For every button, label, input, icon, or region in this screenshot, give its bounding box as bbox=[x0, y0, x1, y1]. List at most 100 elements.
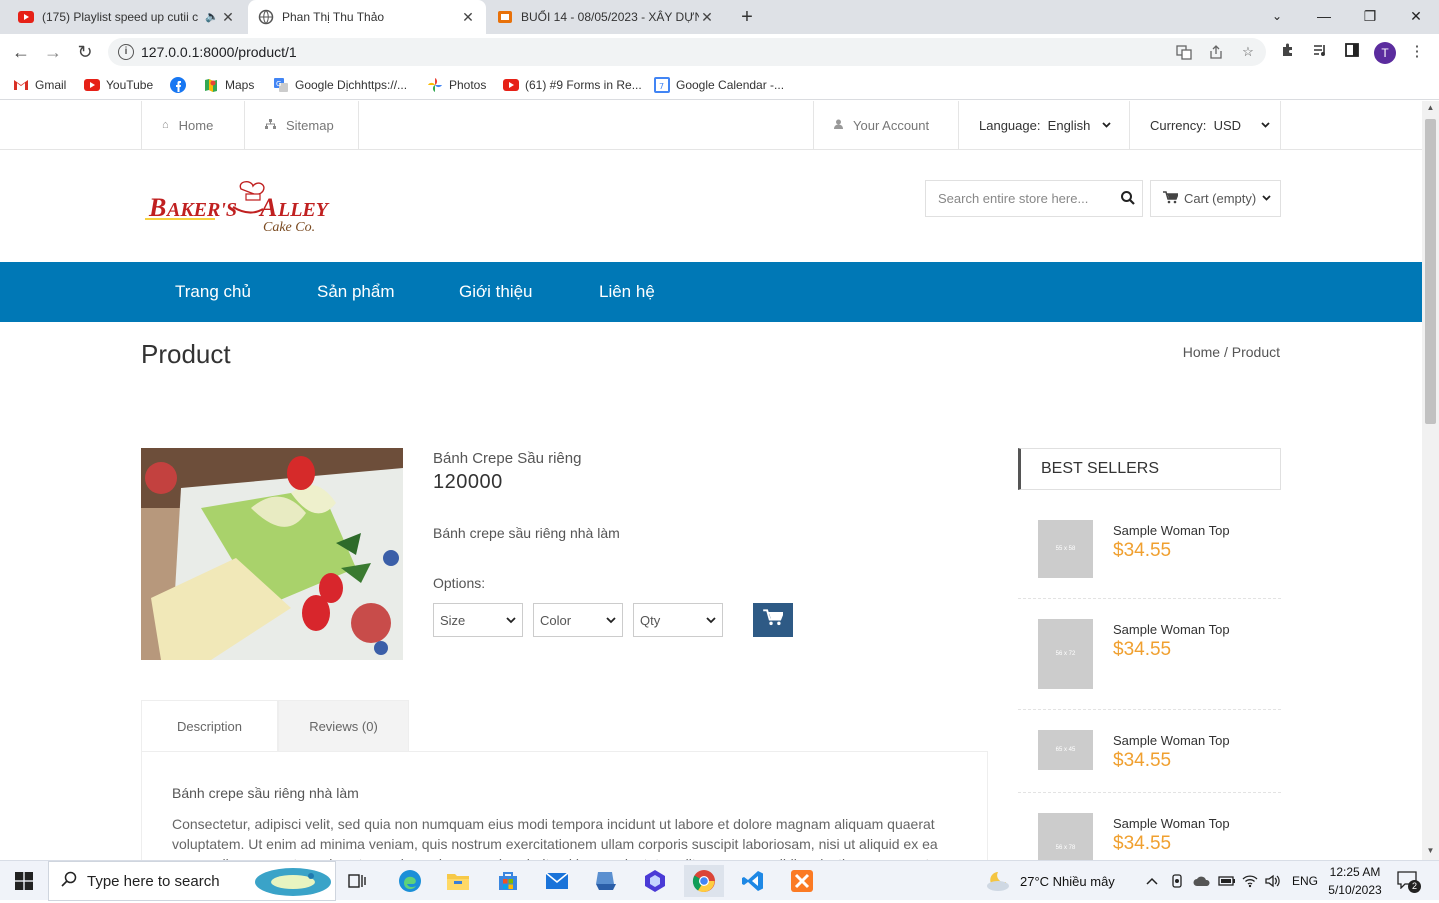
kebab-menu-icon[interactable]: ⋮ bbox=[1407, 42, 1427, 62]
extensions-icon[interactable] bbox=[1278, 42, 1298, 62]
new-tab-button[interactable]: + bbox=[736, 6, 758, 28]
bookmark-youtube-forms[interactable]: (61) #9 Forms in Re... bbox=[503, 76, 642, 94]
page-viewport: ⌂ Home Sitemap Your Account Language: En… bbox=[0, 101, 1422, 860]
xampp-icon[interactable] bbox=[782, 865, 822, 897]
svg-text:7: 7 bbox=[659, 82, 664, 91]
best-seller-item[interactable]: 65 x 45 Sample Woman Top $34.55 bbox=[1018, 730, 1281, 771]
best-seller-name[interactable]: Sample Woman Top bbox=[1113, 523, 1230, 538]
network-app-icon[interactable] bbox=[586, 865, 626, 897]
topbar-account-link[interactable]: Your Account bbox=[813, 101, 958, 149]
bookmark-facebook[interactable] bbox=[170, 76, 192, 94]
chevron-down-icon bbox=[506, 616, 516, 626]
browser-tab-slides[interactable]: BUỔI 14 - 08/05/2023 - XÂY DỰN ✕ bbox=[487, 0, 725, 34]
nav-item-home[interactable]: Trang chủ bbox=[175, 262, 251, 322]
site-info-icon[interactable]: i bbox=[118, 44, 134, 60]
minimize-button[interactable]: — bbox=[1301, 0, 1347, 34]
bookmark-youtube[interactable]: YouTube bbox=[84, 76, 153, 94]
site-logo[interactable]: B AKER'S A LLEY Cake Co. bbox=[143, 179, 335, 239]
best-seller-item[interactable]: 56 x 72 Sample Woman Top $34.55 bbox=[1018, 619, 1281, 689]
bookmark-photos[interactable]: Photos bbox=[427, 76, 486, 94]
taskbar-search[interactable]: Type here to search bbox=[48, 861, 336, 901]
restore-button[interactable]: ❐ bbox=[1347, 0, 1393, 34]
close-window-button[interactable]: ✕ bbox=[1393, 0, 1439, 34]
vscode-icon[interactable] bbox=[733, 865, 773, 897]
bookmark-google-calendar[interactable]: 7 Google Calendar -... bbox=[654, 76, 784, 94]
bookmark-gmail[interactable]: Gmail bbox=[13, 76, 66, 94]
copilot-icon[interactable] bbox=[635, 865, 675, 897]
meet-now-icon[interactable] bbox=[1170, 861, 1184, 901]
add-to-cart-button[interactable] bbox=[753, 603, 793, 637]
product-thumbnail[interactable]: 65 x 45 bbox=[1038, 730, 1093, 770]
product-thumbnail[interactable]: 56 x 72 bbox=[1038, 619, 1093, 689]
cart-dropdown[interactable]: Cart (empty) bbox=[1150, 180, 1281, 217]
task-view-icon[interactable] bbox=[338, 865, 378, 897]
language-dropdown[interactable]: Language: English bbox=[958, 101, 1129, 149]
best-seller-price: $34.55 bbox=[1113, 540, 1172, 561]
edge-icon[interactable] bbox=[390, 865, 430, 897]
speaker-icon[interactable]: 🔈 bbox=[204, 9, 220, 25]
file-explorer-icon[interactable] bbox=[438, 865, 478, 897]
best-seller-item[interactable]: 56 x 78 Sample Woman Top $34.55 bbox=[1018, 813, 1281, 860]
notification-center[interactable]: 2 bbox=[1397, 861, 1421, 901]
tab-search-icon[interactable]: ⌄ bbox=[1254, 0, 1300, 34]
share-icon[interactable] bbox=[1208, 44, 1224, 60]
qty-select[interactable]: Qty bbox=[633, 603, 723, 637]
page-scrollbar[interactable]: ▲ ▼ bbox=[1422, 101, 1439, 860]
close-tab-icon[interactable]: ✕ bbox=[460, 9, 476, 25]
back-button[interactable]: ← bbox=[9, 40, 33, 64]
scrollbar-thumb[interactable] bbox=[1425, 119, 1436, 424]
media-control-icon[interactable] bbox=[1310, 42, 1330, 62]
chrome-icon[interactable] bbox=[684, 865, 724, 897]
reload-button[interactable]: ↻ bbox=[73, 40, 97, 64]
currency-dropdown[interactable]: Currency: USD bbox=[1129, 101, 1281, 149]
browser-tab-active[interactable]: Phan Thị Thu Thảo ✕ bbox=[248, 0, 486, 34]
bookmark-maps[interactable]: Maps bbox=[203, 76, 254, 94]
tab-reviews[interactable]: Reviews (0) bbox=[278, 700, 409, 752]
input-language[interactable]: ENG bbox=[1292, 861, 1318, 901]
wifi-icon[interactable] bbox=[1242, 861, 1258, 901]
scroll-up-icon[interactable]: ▲ bbox=[1422, 101, 1439, 115]
svg-text:G: G bbox=[276, 80, 281, 88]
product-thumbnail[interactable]: 56 x 78 bbox=[1038, 813, 1093, 860]
close-tab-icon[interactable]: ✕ bbox=[699, 9, 715, 25]
nav-item-contact[interactable]: Liên hệ bbox=[599, 262, 655, 322]
best-seller-item[interactable]: 55 x 58 Sample Woman Top $34.55 bbox=[1018, 520, 1281, 578]
browser-tab-youtube[interactable]: (175) Playlist speed up cutii c 🔈 ✕ bbox=[8, 0, 246, 34]
volume-icon[interactable] bbox=[1265, 861, 1281, 901]
onedrive-icon[interactable] bbox=[1193, 861, 1211, 901]
show-hidden-icons[interactable] bbox=[1146, 861, 1158, 901]
system-clock[interactable]: 12:25 AM 5/10/2023 bbox=[1318, 863, 1392, 899]
weather-widget[interactable]: 27°C Nhiều mây bbox=[984, 861, 1115, 901]
description-pane: Bánh crepe sầu riêng nhà làm Consectetur… bbox=[141, 751, 988, 860]
breadcrumb[interactable]: Home / Product bbox=[1183, 344, 1280, 360]
bookmark-google-translate[interactable]: G Google Dịchhttps://... bbox=[273, 76, 407, 94]
nav-item-products[interactable]: Sản phẩm bbox=[317, 262, 395, 322]
side-panel-icon[interactable] bbox=[1342, 42, 1362, 62]
scroll-down-icon[interactable]: ▼ bbox=[1422, 844, 1439, 858]
search-input[interactable] bbox=[926, 181, 1116, 216]
close-tab-icon[interactable]: ✕ bbox=[220, 9, 236, 25]
tab-description[interactable]: Description bbox=[141, 700, 278, 752]
product-image[interactable] bbox=[141, 448, 403, 660]
browser-toolbar: ← → ↻ i 127.0.0.1:8000/product/1 ☆ T ⋮ bbox=[0, 34, 1439, 70]
product-thumbnail[interactable]: 55 x 58 bbox=[1038, 520, 1093, 578]
nav-item-about[interactable]: Giới thiệu bbox=[459, 262, 533, 322]
profile-avatar[interactable]: T bbox=[1374, 42, 1396, 64]
best-seller-name[interactable]: Sample Woman Top bbox=[1113, 733, 1230, 748]
windows-start-button[interactable] bbox=[0, 861, 48, 901]
mail-icon[interactable] bbox=[537, 865, 577, 897]
microsoft-store-icon[interactable] bbox=[488, 865, 528, 897]
size-select[interactable]: Size bbox=[433, 603, 523, 637]
color-select[interactable]: Color bbox=[533, 603, 623, 637]
translate-icon[interactable] bbox=[1176, 44, 1192, 60]
battery-icon[interactable] bbox=[1218, 861, 1236, 901]
best-seller-name[interactable]: Sample Woman Top bbox=[1113, 816, 1230, 831]
search-icon[interactable] bbox=[1120, 190, 1138, 208]
topbar-home-link[interactable]: ⌂ Home bbox=[141, 101, 244, 149]
address-bar[interactable]: i 127.0.0.1:8000/product/1 ☆ bbox=[108, 38, 1266, 66]
best-seller-name[interactable]: Sample Woman Top bbox=[1113, 622, 1230, 637]
description-body: Consectetur, adipisci velit, sed quia no… bbox=[172, 816, 942, 860]
forward-button[interactable]: → bbox=[41, 40, 65, 64]
topbar-sitemap-link[interactable]: Sitemap bbox=[244, 101, 359, 149]
bookmark-star-icon[interactable]: ☆ bbox=[1240, 44, 1256, 60]
